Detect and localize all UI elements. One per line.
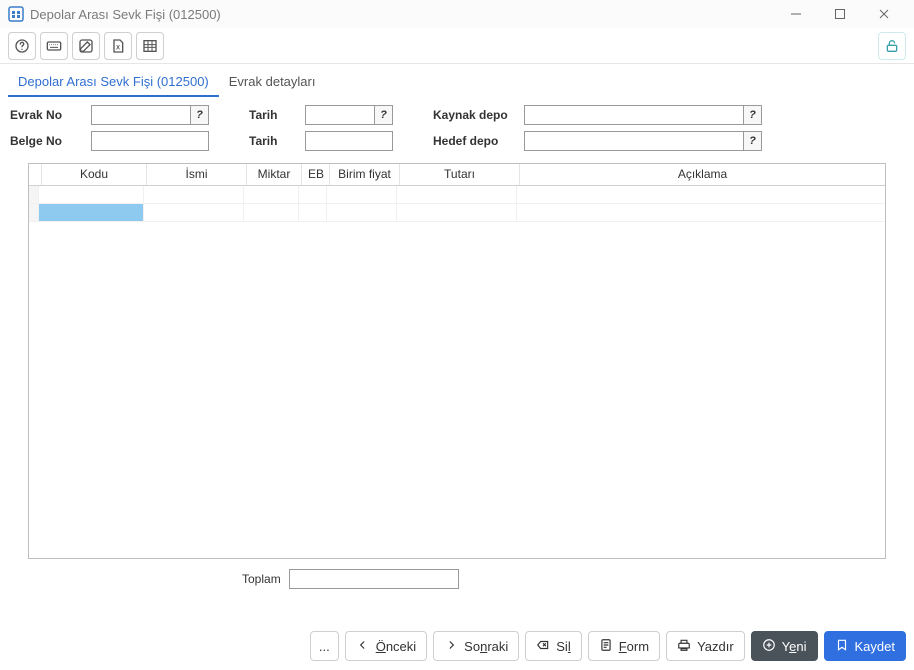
tab-main[interactable]: Depolar Arası Sevk Fişi (012500) [8, 68, 219, 97]
footer: ... ÖÖncekinceki Sonraki Sil Form Yazdır… [0, 622, 914, 670]
col-eb[interactable]: EB [302, 164, 330, 185]
help-button[interactable] [8, 32, 36, 60]
cell-kodu-selected[interactable] [39, 204, 144, 222]
plus-circle-icon [762, 638, 776, 655]
col-tutari[interactable]: Tutarı [400, 164, 520, 185]
tarih1-label: Tarih [249, 108, 299, 122]
tabs: Depolar Arası Sevk Fişi (012500) Evrak d… [0, 64, 914, 97]
kaynak-label: Kaynak depo [433, 108, 518, 122]
tarih1-input[interactable] [305, 105, 375, 125]
cell-kodu[interactable] [39, 186, 144, 204]
more-button[interactable]: ... [310, 631, 339, 661]
titlebar: Depolar Arası Sevk Fişi (012500) [0, 0, 914, 28]
total-label: Toplam [242, 572, 281, 586]
print-icon [677, 638, 691, 655]
form-area: Evrak No ? Belge No Tarih ? Tarih [0, 97, 914, 155]
arrow-right-icon [444, 638, 458, 655]
evrak-no-input[interactable] [91, 105, 191, 125]
tarih2-input[interactable] [305, 131, 393, 151]
form-button[interactable]: Form [588, 631, 660, 661]
edit-button[interactable] [72, 32, 100, 60]
print-button[interactable]: Yazdır [666, 631, 745, 661]
kaynak-input[interactable] [524, 105, 744, 125]
grid-body[interactable] [29, 186, 885, 222]
col-ismi[interactable]: İsmi [147, 164, 247, 185]
print-label: Yazdır [697, 639, 734, 654]
table-button[interactable] [136, 32, 164, 60]
kaynak-lookup[interactable]: ? [744, 105, 762, 125]
total-input[interactable] [289, 569, 459, 589]
belge-no-input[interactable] [91, 131, 209, 151]
cell-miktar[interactable] [244, 186, 299, 204]
delete-button[interactable]: Sil [525, 631, 581, 661]
grid-header: Kodu İsmi Miktar EB Birim fiyat Tutarı A… [29, 164, 885, 186]
backspace-icon [536, 638, 550, 655]
keyboard-button[interactable] [40, 32, 68, 60]
cell-birimfiyat[interactable] [327, 186, 397, 204]
hedef-input[interactable] [524, 131, 744, 151]
grid-row[interactable] [29, 186, 885, 204]
bookmark-icon [835, 638, 849, 655]
evrak-no-lookup[interactable]: ? [191, 105, 209, 125]
col-birimfiyat[interactable]: Birim fiyat [330, 164, 400, 185]
tarih2-label: Tarih [249, 134, 299, 148]
new-button[interactable]: Yeni [751, 631, 818, 661]
close-button[interactable] [862, 0, 906, 28]
cell-tutari[interactable] [397, 186, 517, 204]
total-row: Toplam [0, 563, 914, 595]
col-kodu[interactable]: Kodu [42, 164, 147, 185]
hedef-label: Hedef depo [433, 134, 518, 148]
app-icon [8, 6, 24, 22]
cell-aciklama[interactable] [517, 186, 885, 204]
save-label: Kaydet [855, 639, 895, 654]
maximize-button[interactable] [818, 0, 862, 28]
minimize-button[interactable] [774, 0, 818, 28]
tab-details[interactable]: Evrak detayları [219, 68, 326, 97]
col-aciklama[interactable]: Açıklama [520, 164, 885, 185]
save-button[interactable]: Kaydet [824, 631, 906, 661]
excel-button[interactable]: X [104, 32, 132, 60]
next-button[interactable]: Sonraki [433, 631, 519, 661]
lock-button[interactable] [878, 32, 906, 60]
window-title: Depolar Arası Sevk Fişi (012500) [30, 7, 774, 22]
belge-no-label: Belge No [10, 134, 85, 148]
tarih1-lookup[interactable]: ? [375, 105, 393, 125]
grid[interactable]: Kodu İsmi Miktar EB Birim fiyat Tutarı A… [28, 163, 886, 559]
form-icon [599, 638, 613, 655]
cell-eb[interactable] [299, 186, 327, 204]
cell-ismi[interactable] [144, 186, 244, 204]
col-miktar[interactable]: Miktar [247, 164, 302, 185]
arrow-left-icon [356, 638, 370, 655]
hedef-lookup[interactable]: ? [744, 131, 762, 151]
evrak-no-label: Evrak No [10, 108, 85, 122]
svg-text:X: X [116, 45, 120, 51]
grid-row-selected[interactable] [29, 204, 885, 222]
toolbar: X [0, 28, 914, 64]
prev-button[interactable]: ÖÖncekinceki [345, 631, 427, 661]
